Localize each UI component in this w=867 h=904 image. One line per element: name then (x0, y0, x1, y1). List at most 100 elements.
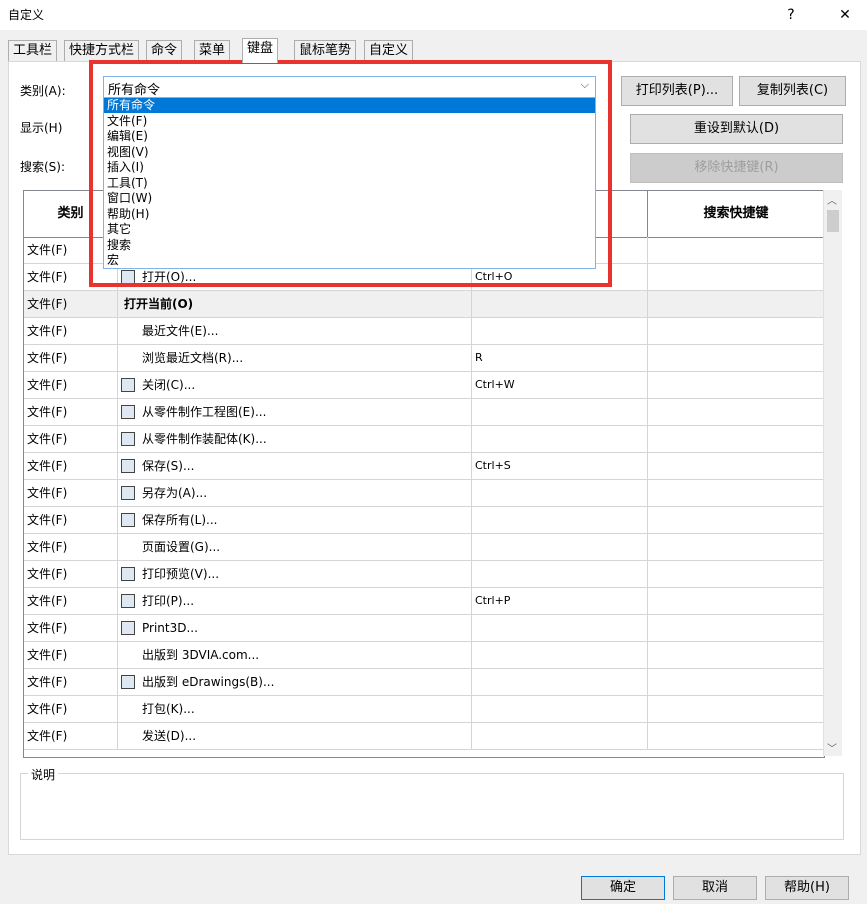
row-shortcut[interactable] (472, 426, 648, 453)
row-category: 文件(F) (24, 480, 118, 507)
row-search-shortcut (648, 345, 824, 372)
row-command: 保存所有(L)... (118, 507, 472, 534)
scroll-thumb[interactable] (827, 210, 839, 232)
table-row[interactable]: 文件(F) 打印预览(V)... (24, 561, 824, 588)
row-command-label: 打开当前(O) (124, 297, 194, 311)
row-command-label: 关闭(C)... (142, 378, 196, 392)
print3d-icon (121, 621, 135, 635)
row-search-shortcut (648, 669, 824, 696)
help-icon[interactable]: ? (776, 4, 806, 26)
row-command: 从零件制作装配体(K)... (118, 426, 472, 453)
table-row[interactable]: 文件(F) 保存(S)... Ctrl+S (24, 453, 824, 480)
table-scrollbar[interactable]: ︿ ﹀ (823, 190, 842, 756)
table-row[interactable]: 文件(F) 页面设置(G)... (24, 534, 824, 561)
row-category: 文件(F) (24, 507, 118, 534)
row-command-label: 最近文件(E)... (142, 324, 219, 338)
row-search-shortcut (648, 696, 824, 723)
tab-toolbars[interactable]: 工具栏 (8, 40, 58, 61)
row-shortcut[interactable]: Ctrl+P (472, 588, 648, 615)
reset-default-button[interactable]: 重设到默认(D) (630, 114, 843, 144)
row-shortcut[interactable] (472, 561, 648, 588)
print-icon (121, 594, 135, 608)
close-icon[interactable]: ✕ (830, 4, 860, 26)
show-label: 显示(H) (20, 121, 63, 135)
row-category: 文件(F) (24, 426, 118, 453)
print-list-button[interactable]: 打印列表(P)... (621, 76, 733, 106)
cancel-button[interactable]: 取消 (673, 876, 757, 900)
row-command: 打包(K)... (118, 696, 472, 723)
row-command: Print3D... (118, 615, 472, 642)
search-label: 搜索(S): (20, 160, 66, 174)
row-category: 文件(F) (24, 561, 118, 588)
row-shortcut[interactable] (472, 696, 648, 723)
window-title: 自定义 (8, 8, 45, 22)
row-shortcut[interactable] (472, 507, 648, 534)
row-command-label: 打包(K)... (142, 702, 195, 716)
row-search-shortcut (648, 453, 824, 480)
row-category: 文件(F) (24, 372, 118, 399)
table-row[interactable]: 文件(F) Print3D... (24, 615, 824, 642)
row-category: 文件(F) (24, 534, 118, 561)
row-shortcut[interactable] (472, 480, 648, 507)
table-row[interactable]: 文件(F) 发送(D)... (24, 723, 824, 750)
scroll-down-icon[interactable]: ﹀ (827, 740, 837, 755)
print-preview-icon (121, 567, 135, 581)
row-category: 文件(F) (24, 669, 118, 696)
save-as-icon (121, 486, 135, 500)
row-shortcut[interactable] (472, 723, 648, 750)
table-row[interactable]: 文件(F) 保存所有(L)... (24, 507, 824, 534)
table-row[interactable]: 文件(F) 另存为(A)... (24, 480, 824, 507)
tab-customize[interactable]: 自定义 (364, 40, 414, 61)
row-shortcut[interactable] (472, 291, 648, 318)
row-command-label: 发送(D)... (142, 729, 197, 743)
copy-list-button[interactable]: 复制列表(C) (739, 76, 846, 106)
row-command: 最近文件(E)... (118, 318, 472, 345)
row-shortcut[interactable]: Ctrl+S (472, 453, 648, 480)
row-command: 页面设置(G)... (118, 534, 472, 561)
row-search-shortcut (648, 723, 824, 750)
table-row[interactable]: 文件(F) 从零件制作工程图(E)... (24, 399, 824, 426)
row-category: 文件(F) (24, 291, 118, 318)
table-row[interactable]: 文件(F) 浏览最近文档(R)... R (24, 345, 824, 372)
tab-commands[interactable]: 命令 (146, 40, 183, 61)
table-row[interactable]: 文件(F) 出版到 3DVIA.com... (24, 642, 824, 669)
row-command: 浏览最近文档(R)... (118, 345, 472, 372)
row-search-shortcut (648, 426, 824, 453)
row-shortcut[interactable] (472, 399, 648, 426)
tab-keyboard[interactable]: 键盘 (242, 38, 279, 63)
row-category: 文件(F) (24, 318, 118, 345)
row-shortcut[interactable] (472, 615, 648, 642)
row-command-label: 保存所有(L)... (142, 513, 218, 527)
table-row[interactable]: 文件(F) 从零件制作装配体(K)... (24, 426, 824, 453)
tab-shortcut-bars[interactable]: 快捷方式栏 (64, 40, 140, 61)
ok-button[interactable]: 确定 (581, 876, 665, 900)
row-search-shortcut (648, 237, 824, 264)
table-row[interactable]: 文件(F) 出版到 eDrawings(B)... (24, 669, 824, 696)
header-search-shortcut[interactable]: 搜索快捷键 (648, 191, 824, 237)
row-command: 关闭(C)... (118, 372, 472, 399)
row-search-shortcut (648, 588, 824, 615)
description-box (20, 773, 844, 840)
tab-mouse-gestures[interactable]: 鼠标笔势 (294, 40, 357, 61)
row-shortcut[interactable]: Ctrl+W (472, 372, 648, 399)
table-row[interactable]: 文件(F) 打包(K)... (24, 696, 824, 723)
category-label: 类别(A): (20, 84, 66, 98)
table-row[interactable]: 文件(F) 关闭(C)... Ctrl+W (24, 372, 824, 399)
row-category: 文件(F) (24, 588, 118, 615)
row-shortcut[interactable] (472, 318, 648, 345)
drawing-icon (121, 405, 135, 419)
table-row[interactable]: 文件(F) 打印(P)... Ctrl+P (24, 588, 824, 615)
table-row[interactable]: 文件(F) 最近文件(E)... (24, 318, 824, 345)
row-shortcut[interactable] (472, 642, 648, 669)
row-shortcut[interactable] (472, 534, 648, 561)
scroll-up-icon[interactable]: ︿ (827, 192, 837, 207)
row-shortcut[interactable] (472, 669, 648, 696)
row-search-shortcut (648, 264, 824, 291)
row-shortcut[interactable]: R (472, 345, 648, 372)
tab-menus[interactable]: 菜单 (194, 40, 231, 61)
help-button[interactable]: 帮助(H) (765, 876, 849, 900)
row-command-label: 页面设置(G)... (142, 540, 221, 554)
table-row[interactable]: 文件(F) 打开当前(O) (24, 291, 824, 318)
edrawings-icon (121, 675, 135, 689)
save-icon (121, 459, 135, 473)
